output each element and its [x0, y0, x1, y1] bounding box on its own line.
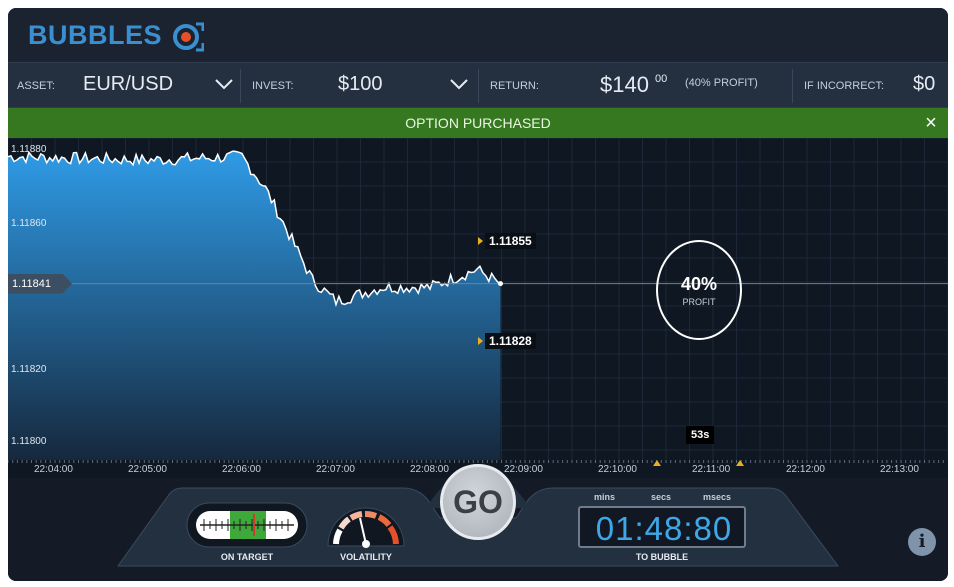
brand-logo: BUBBLES — [28, 20, 163, 50]
invest-selector[interactable]: INVEST: $100 — [241, 63, 477, 109]
expiry-marker — [653, 460, 661, 466]
chevron-down-icon — [215, 79, 233, 90]
profit-percent: 40% — [680, 274, 718, 294]
current-price-badge: 1.11841 — [8, 273, 72, 294]
time-tick-label: 22:05:00 — [128, 464, 167, 475]
price-chart-svg — [8, 138, 948, 460]
invest-label: INVEST: — [252, 80, 294, 92]
to-bubble-label: TO BUBBLE — [635, 552, 689, 562]
time-tick-label: 22:04:00 — [34, 464, 73, 475]
timer-secs-label: secs — [651, 492, 672, 502]
volatility-gauge — [327, 507, 405, 548]
y-tick-label: 1.11800 — [11, 436, 47, 447]
trade-settings-bar: ASSET: EUR/USD INVEST: $100 RETURN: $140… — [8, 62, 948, 108]
y-tick-label: 1.11860 — [11, 218, 47, 229]
expiry-marker — [736, 460, 744, 466]
trading-app: BUBBLES ASSET: EUR/USD INVEST: $100 RETU… — [8, 8, 948, 581]
asset-selector[interactable]: ASSET: EUR/USD — [8, 63, 240, 109]
time-tick-label: 22:09:00 — [504, 464, 543, 475]
lower-target-price: 1.11828 — [485, 333, 536, 349]
control-panel: ON TARGET VOLATILITY GO mins secs msecs … — [8, 464, 948, 581]
price-chart[interactable]: 1.11880 1.11860 1.11820 1.11800 1.11841 … — [8, 138, 948, 460]
time-tick-label: 22:08:00 — [410, 464, 449, 475]
current-price-dot — [498, 281, 503, 287]
profit-label: PROFIT — [682, 297, 716, 307]
header: BUBBLES — [8, 8, 948, 62]
incorrect-display: IF INCORRECT: $0 — [793, 63, 948, 109]
return-display: RETURN: $140 00 (40% PROFIT) — [479, 63, 791, 109]
upper-target-price: 1.11855 — [485, 233, 536, 249]
time-tick-label: 22:11:00 — [692, 464, 731, 475]
return-value: $140 — [600, 72, 649, 97]
chevron-down-icon — [450, 79, 468, 90]
upper-target-marker — [478, 237, 483, 245]
volatility-label: VOLATILITY — [340, 552, 392, 562]
seconds-remaining-badge: 53s — [686, 426, 715, 444]
bubble-target-icon — [173, 22, 204, 52]
time-tick-label: 22:10:00 — [598, 464, 637, 475]
return-cents: 00 — [655, 73, 668, 85]
timer-value: 01:48:80 — [595, 510, 733, 547]
timer-msecs-label: msecs — [703, 492, 732, 502]
incorrect-value: $0 — [913, 73, 936, 95]
banner-text: OPTION PURCHASED — [405, 115, 551, 131]
countdown-timer: 01:48:80 — [578, 506, 746, 548]
time-tick-label: 22:13:00 — [880, 464, 919, 475]
y-tick-label: 1.11820 — [11, 364, 47, 375]
option-purchased-banner: OPTION PURCHASED × — [8, 108, 948, 138]
on-target-label: ON TARGET — [220, 552, 274, 562]
close-icon[interactable]: × — [922, 113, 940, 133]
price-area — [8, 151, 501, 460]
time-tick-label: 22:12:00 — [786, 464, 825, 475]
y-tick-label: 1.11880 — [11, 144, 47, 155]
profit-bubble: 40% PROFIT — [656, 240, 742, 340]
time-tick-label: 22:07:00 — [316, 464, 355, 475]
go-button[interactable]: GO — [440, 464, 516, 540]
info-icon[interactable]: i — [908, 528, 936, 556]
incorrect-label: IF INCORRECT: — [804, 80, 885, 92]
return-label: RETURN: — [490, 80, 539, 92]
time-tick-label: 22:06:00 — [222, 464, 261, 475]
on-target-gauge — [186, 502, 308, 548]
return-profit: (40% PROFIT) — [685, 77, 758, 89]
lower-target-marker — [478, 337, 483, 345]
asset-label: ASSET: — [17, 80, 55, 92]
invest-value: $100 — [338, 73, 383, 95]
asset-value: EUR/USD — [83, 73, 174, 95]
timer-mins-label: mins — [594, 492, 616, 502]
